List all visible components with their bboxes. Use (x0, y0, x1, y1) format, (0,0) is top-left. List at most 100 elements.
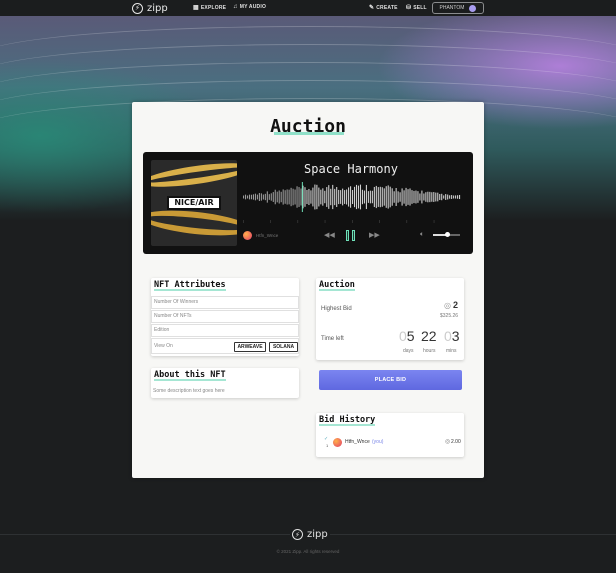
bolt-icon: ⚡ (132, 2, 143, 14)
check-icon: ✓ (324, 436, 329, 442)
auction-panel-title: Auction (319, 280, 355, 291)
brand-name: zipp (147, 2, 168, 14)
waveform-bar (427, 191, 429, 203)
waveform-bar (322, 188, 324, 206)
attr-number-of-nfts: Number Of NFTs (151, 310, 299, 323)
waveform-bar (316, 184, 318, 210)
brand-logo[interactable]: ⚡ zipp (132, 2, 168, 14)
waveform-bar (451, 195, 453, 199)
waveform-bar (367, 191, 369, 203)
waveform-bar (453, 195, 455, 199)
waveform-bar (391, 188, 393, 206)
waveform-tick (297, 220, 299, 223)
waveform-bar (344, 190, 346, 204)
waveform-tick (379, 220, 380, 223)
pause-button[interactable] (346, 230, 355, 241)
waveform-bar (246, 195, 249, 199)
waveform-bar (447, 194, 449, 200)
nav-my-audio[interactable]: ♫ MY AUDIO (233, 4, 266, 10)
waveform-bar (381, 187, 383, 207)
fast-forward-icon[interactable]: ▶▶ (369, 232, 380, 239)
cover-graphic (151, 160, 237, 192)
place-bid-button[interactable]: PLACE BID (319, 370, 462, 390)
artist-avatar (243, 231, 252, 240)
waveform-bar (270, 193, 272, 201)
waveform-scrubber[interactable] (243, 182, 461, 212)
waveform-bar (395, 188, 397, 206)
artist-info[interactable]: Htfn_Wnce (243, 231, 278, 240)
waveform-bar (353, 186, 356, 208)
waveform-bar (310, 190, 312, 204)
footer-brand: zipp (307, 529, 328, 540)
cover-label: NICE/AIR (167, 196, 221, 210)
waveform-bar (252, 194, 254, 200)
waveform-bar (369, 190, 371, 204)
nav-sell[interactable]: ⛁ SELL (406, 4, 427, 12)
waveform-bar (457, 195, 459, 199)
playhead[interactable] (301, 182, 303, 212)
waveform-bar (352, 190, 354, 204)
waveform-tick (433, 220, 435, 223)
sell-icon: ⛁ (406, 5, 412, 11)
countdown-mins: 03 (444, 328, 460, 344)
waveform-bar (300, 188, 302, 206)
rewind-icon[interactable]: ◀◀ (324, 232, 335, 239)
nav-explore-label: EXPLORE (200, 4, 227, 11)
volume-icon[interactable]: 🔈︎ (420, 231, 424, 238)
nft-attributes-title: NFT Attributes (154, 280, 226, 291)
bid-amount: 2.00 (451, 439, 461, 445)
waveform-bar (355, 184, 358, 210)
waveform-bar (348, 187, 350, 207)
waveform-bar (290, 187, 292, 207)
waveform-bar (266, 191, 268, 203)
waveform-bar (334, 188, 336, 206)
waveform-bar (459, 194, 461, 200)
about-title: About this NFT (154, 370, 226, 381)
waveform-bar (342, 188, 344, 206)
waveform-bar (328, 185, 330, 209)
waveform-bar (425, 192, 427, 202)
waveform-bar (320, 189, 322, 205)
waveform-bar (258, 193, 260, 201)
wallet-button[interactable]: PHANTOM (432, 2, 484, 14)
waveform-bar (298, 187, 300, 207)
waveform-tick (270, 220, 271, 223)
waveform-bar (431, 192, 433, 202)
waveform-bar (256, 194, 258, 200)
volume-knob[interactable] (445, 232, 451, 237)
waveform-bar (272, 192, 274, 202)
footer-logo[interactable]: ⚡ zipp (290, 529, 330, 540)
waveform-bar (401, 188, 403, 206)
bid-rank: 1 (326, 443, 329, 448)
nav-create[interactable]: ✎ CREATE (369, 4, 398, 12)
waveform-bar (405, 187, 407, 207)
nav-explore[interactable]: ▦ EXPLORE (193, 4, 227, 12)
waveform-bar (377, 187, 379, 207)
bidder-avatar (333, 438, 342, 447)
wallet-label: PHANTOM (439, 5, 465, 11)
waveform-bar (429, 191, 431, 203)
waveform-bar (413, 190, 415, 204)
waveform-bar (282, 189, 284, 205)
waveform-bar (385, 186, 387, 208)
grid-icon: ▦ (193, 5, 199, 11)
waveform-bar (346, 189, 348, 205)
waveform-bar (411, 190, 413, 204)
auction-panel: Auction Highest Bid ◎ 2 $325.26 Time lef… (316, 278, 464, 360)
waveform-bar (243, 195, 245, 199)
bid-history-title: Bid History (319, 415, 376, 426)
waveform-ticks (243, 220, 435, 223)
nft-attributes-panel: NFT Attributes Number Of Winners Number … (151, 278, 299, 356)
track-title: Space Harmony (304, 162, 398, 176)
waveform-tick (324, 220, 326, 223)
waveform-bar (324, 190, 326, 204)
music-note-icon: ♫ (233, 4, 238, 10)
arweave-button[interactable]: ARWEAVE (234, 342, 266, 352)
album-cover: NICE/AIR (151, 160, 237, 246)
solana-button[interactable]: SOLANA (269, 342, 298, 352)
bid-row: ✓ 1 Htfn_Wnce (you) ◎ 2.00 (324, 436, 461, 449)
about-panel: About this NFT Some description text goe… (151, 368, 299, 398)
waveform-bar (306, 189, 308, 205)
attr-edition: Edition (151, 324, 299, 337)
waveform-bar (383, 188, 385, 206)
